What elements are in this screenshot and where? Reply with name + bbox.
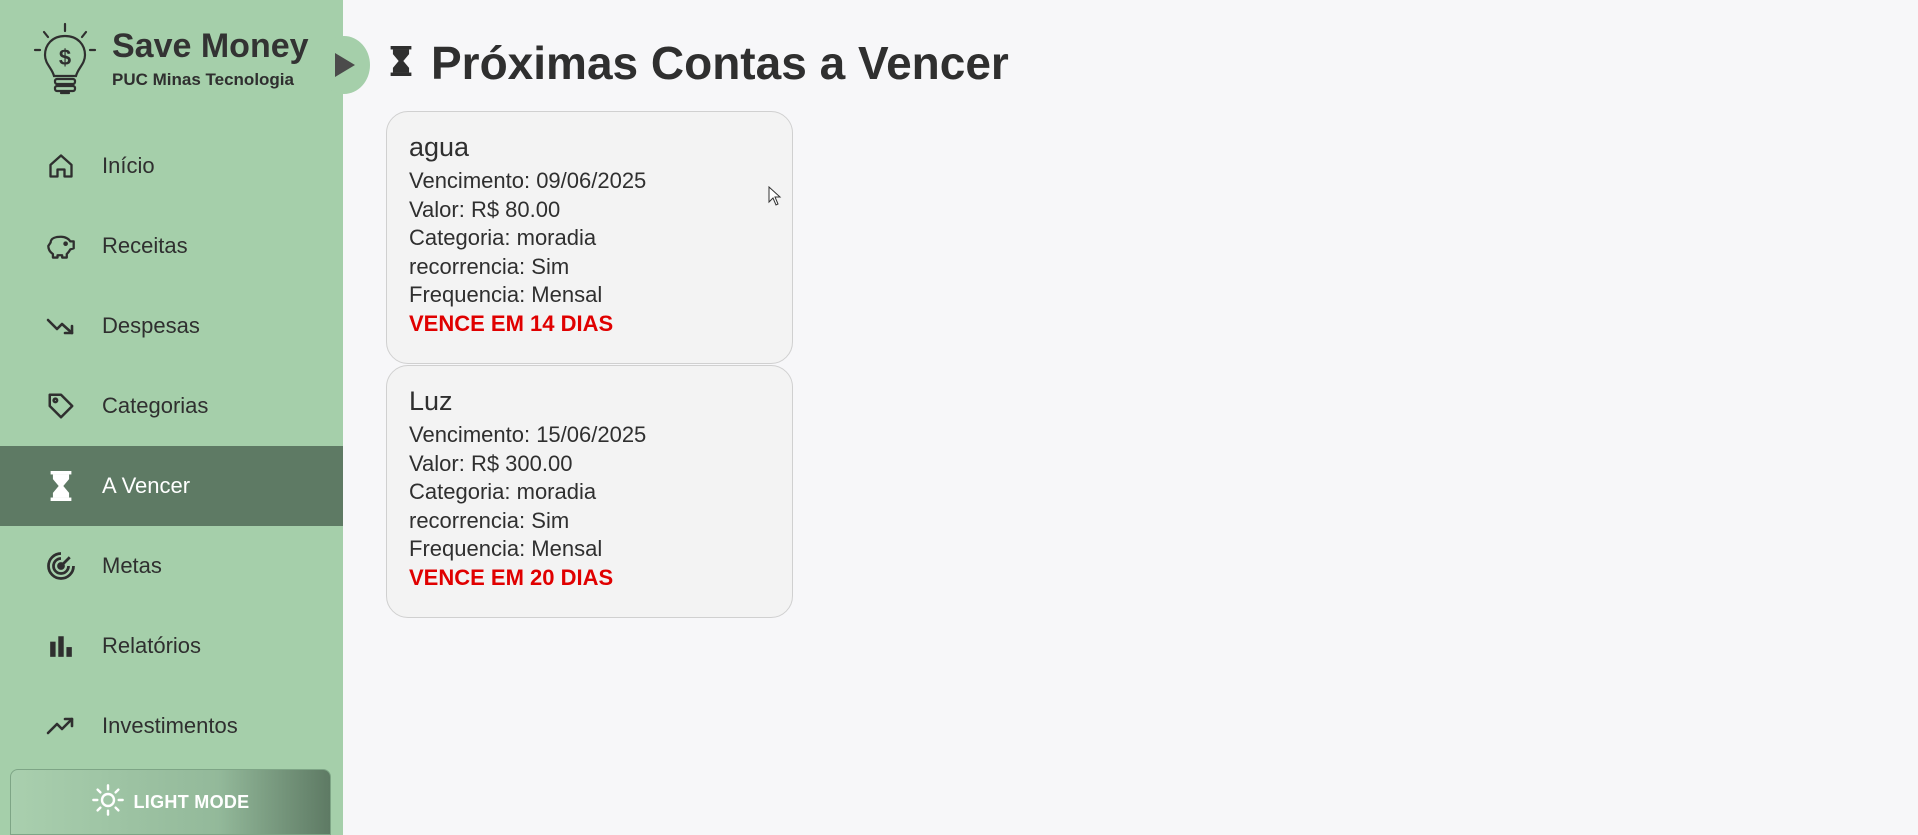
piggy-bank-icon <box>46 231 76 261</box>
bill-card: Luz Vencimento: 15/06/2025 Valor: R$ 300… <box>386 365 793 618</box>
brand-subtitle: PUC Minas Tecnologia <box>112 70 294 89</box>
sidebar-item-despesas[interactable]: Despesas <box>0 286 343 366</box>
bill-value: Valor: R$ 80.00 <box>409 196 561 222</box>
sidebar-item-categorias[interactable]: Categorias <box>0 366 343 446</box>
sidebar-item-receitas[interactable]: Receitas <box>0 206 343 286</box>
trend-up-icon <box>46 711 76 741</box>
hourglass-icon <box>389 45 413 81</box>
target-icon <box>46 551 76 581</box>
trend-down-icon <box>46 311 76 341</box>
lightbulb-dollar-icon: $ <box>33 22 97 95</box>
light-mode-label: LIGHT MODE <box>133 791 250 812</box>
bill-due-status: VENCE EM 14 DIAS <box>409 310 614 336</box>
sidebar-item-relatorios[interactable]: Relatórios <box>0 606 343 686</box>
sidebar-item-label: Categorias <box>102 393 209 418</box>
sidebar-nav: Início Receitas Despesas Categorias A Ve… <box>0 126 343 766</box>
hourglass-icon <box>46 471 76 501</box>
mouse-cursor-icon <box>768 186 782 206</box>
sidebar-item-label: Investimentos <box>102 713 238 738</box>
sidebar-item-label: Relatórios <box>102 633 202 658</box>
tag-icon <box>46 391 76 421</box>
bill-frequency: Frequencia: Mensal <box>409 536 603 561</box>
light-mode-button[interactable]: LIGHT MODE <box>10 769 331 835</box>
sidebar-item-label: Metas <box>102 553 162 578</box>
bill-category: Categoria: moradia <box>409 479 597 504</box>
svg-text:$: $ <box>59 45 71 70</box>
sidebar-item-inicio[interactable]: Início <box>0 126 343 206</box>
sidebar-item-label: Despesas <box>102 313 200 338</box>
bill-due-status: VENCE EM 20 DIAS <box>409 564 614 590</box>
bill-value: Valor: R$ 300.00 <box>409 450 573 476</box>
bill-due-date: Vencimento: 09/06/2025 <box>409 168 647 193</box>
sidebar-item-metas[interactable]: Metas <box>0 526 343 606</box>
bill-name: agua <box>409 132 470 162</box>
brand-title: Save Money <box>112 27 309 65</box>
page-title-text: Próximas Contas a Vencer <box>431 37 1009 89</box>
sidebar: $ Save Money PUC Minas Tecnologia Início… <box>0 0 343 835</box>
sidebar-item-label: A Vencer <box>102 473 191 498</box>
bar-chart-icon <box>46 631 76 661</box>
bill-category: Categoria: moradia <box>409 225 597 250</box>
play-arrow-icon <box>335 53 355 77</box>
sidebar-item-label: Início <box>102 153 155 178</box>
bill-card: agua Vencimento: 09/06/2025 Valor: R$ 80… <box>386 111 793 364</box>
sidebar-item-label: Receitas <box>102 233 188 258</box>
bill-recurrence: recorrencia: Sim <box>409 507 570 533</box>
sidebar-item-investimentos[interactable]: Investimentos <box>0 686 343 766</box>
sidebar-collapse-toggle[interactable] <box>318 36 370 94</box>
sidebar-item-a-vencer[interactable]: A Vencer <box>0 446 343 526</box>
page-title: Próximas Contas a Vencer <box>389 36 1009 90</box>
bill-frequency: Frequencia: Mensal <box>409 282 603 307</box>
home-icon <box>46 151 76 181</box>
brand: $ Save Money PUC Minas Tecnologia <box>30 22 309 102</box>
sun-icon <box>91 783 124 821</box>
bill-due-date: Vencimento: 15/06/2025 <box>409 422 647 447</box>
bill-name: Luz <box>409 386 453 416</box>
bill-recurrence: recorrencia: Sim <box>409 253 570 279</box>
